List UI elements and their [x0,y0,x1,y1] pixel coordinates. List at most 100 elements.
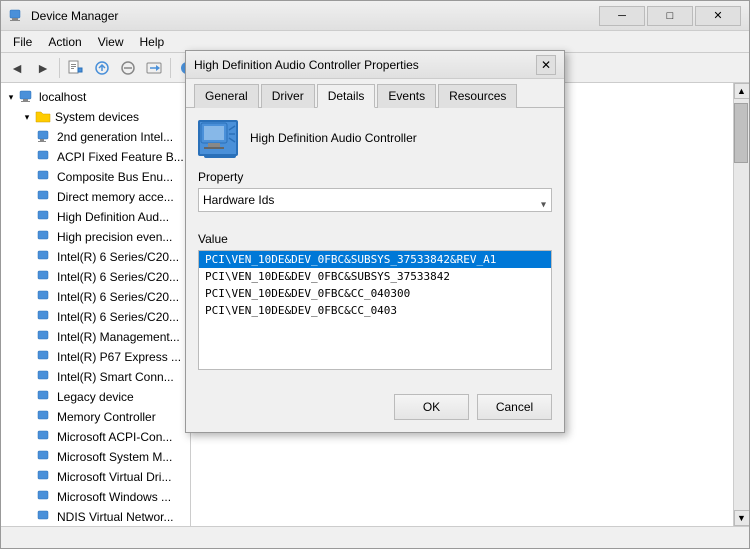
device-icon [37,389,53,405]
device-icon [37,229,53,245]
disable-button[interactable] [116,56,140,80]
tree-item-label: Legacy device [57,390,134,404]
status-bar [1,526,749,548]
property-field-label: Property [198,170,552,184]
list-item[interactable]: Microsoft Windows ... [1,487,190,507]
device-icon [37,429,53,445]
properties-button[interactable] [64,56,88,80]
scroll-down-arrow[interactable]: ▼ [734,510,750,526]
tree-item-label: High precision even... [57,230,172,244]
dialog-tab-bar: General Driver Details Events Resources [186,79,564,107]
toolbar-separator-2 [170,58,171,78]
tree-item-label: Microsoft Virtual Dri... [57,470,171,484]
device-large-icon [198,120,238,156]
tab-resources[interactable]: Resources [438,84,517,108]
dialog-footer: OK Cancel [186,394,564,432]
scrollbar-thumb[interactable] [734,103,748,163]
update-driver-button[interactable] [90,56,114,80]
list-item[interactable]: Legacy device [1,387,190,407]
device-icon [37,309,53,325]
device-header: High Definition Audio Controller [198,120,552,156]
list-item[interactable]: Composite Bus Enu... [1,167,190,187]
menu-view[interactable]: View [90,33,132,51]
list-item[interactable]: Intel(R) Smart Conn... [1,367,190,387]
maximize-button[interactable]: □ [647,6,693,26]
minimize-button[interactable]: ─ [599,6,645,26]
tab-general[interactable]: General [194,84,259,108]
scrollbar-track-area[interactable] [734,99,749,510]
menu-file[interactable]: File [5,33,40,51]
tree-item-label: Intel(R) 6 Series/C20... [57,310,179,324]
device-icon [37,269,53,285]
list-item[interactable]: Intel(R) 6 Series/C20... [1,247,190,267]
value-list-item[interactable]: PCI\VEN_10DE&DEV_0FBC&SUBSYS_37533842&RE… [199,251,551,268]
dialog-close-button[interactable]: ✕ [536,55,556,75]
computer-icon [19,89,35,105]
tree-item-label: High Definition Aud... [57,210,169,224]
list-item[interactable]: 2nd generation Intel... [1,127,190,147]
device-icon [37,489,53,505]
vertical-scrollbar[interactable]: ▲ ▼ [733,83,749,526]
value-list-item[interactable]: PCI\VEN_10DE&DEV_0FBC&CC_040300 [199,285,551,302]
device-icon [37,289,53,305]
tree-item-label: Microsoft ACPI-Con... [57,430,172,444]
list-item[interactable]: ACPI Fixed Feature B... [1,147,190,167]
tree-item-label: Microsoft Windows ... [57,490,171,504]
value-list-item[interactable]: PCI\VEN_10DE&DEV_0FBC&SUBSYS_37533842 [199,268,551,285]
menu-help[interactable]: Help [132,33,173,51]
tree-group-system-devices[interactable]: ▾ System devices [1,107,190,127]
tree-item-label: Direct memory acce... [57,190,174,204]
list-item[interactable]: Microsoft Virtual Dri... [1,467,190,487]
back-button[interactable]: ◄ [5,56,29,80]
list-item[interactable]: Intel(R) Management... [1,327,190,347]
value-list-item[interactable]: PCI\VEN_10DE&DEV_0FBC&CC_0403 [199,302,551,319]
app-icon [9,8,25,24]
forward-button[interactable]: ► [31,56,55,80]
tree-item-label: Microsoft System M... [57,450,172,464]
close-button[interactable]: ✕ [695,6,741,26]
device-tree[interactable]: ▾ localhost ▾ System d [1,83,191,526]
ok-button[interactable]: OK [394,394,469,420]
tree-item-label: 2nd generation Intel... [57,130,173,144]
list-item[interactable]: Microsoft System M... [1,447,190,467]
value-list[interactable]: PCI\VEN_10DE&DEV_0FBC&SUBSYS_37533842&RE… [198,250,552,370]
device-name-label: High Definition Audio Controller [250,131,417,145]
tree-item-label: Memory Controller [57,410,156,424]
menu-action[interactable]: Action [40,33,89,51]
tab-details[interactable]: Details [317,84,376,108]
list-item[interactable]: Direct memory acce... [1,187,190,207]
device-icon [37,129,53,145]
list-item[interactable]: Memory Controller [1,407,190,427]
properties-dialog: High Definition Audio Controller Propert… [185,50,565,433]
device-icon [37,149,53,165]
list-item[interactable]: Intel(R) 6 Series/C20... [1,307,190,327]
list-item[interactable]: Intel(R) 6 Series/C20... [1,267,190,287]
list-item[interactable]: NDIS Virtual Networ... [1,507,190,526]
tree-item-label: ACPI Fixed Feature B... [57,150,184,164]
value-field-label: Value [198,232,552,246]
device-icon [37,449,53,465]
list-item[interactable]: Intel(R) 6 Series/C20... [1,287,190,307]
device-icon [37,209,53,225]
list-item[interactable]: Microsoft ACPI-Con... [1,427,190,447]
tab-events[interactable]: Events [377,84,436,108]
tree-item-label: NDIS Virtual Networ... [57,510,173,524]
tree-root-computer[interactable]: ▾ localhost [1,87,190,107]
dialog-title-text: High Definition Audio Controller Propert… [194,58,536,72]
cancel-button[interactable]: Cancel [477,394,552,420]
list-item[interactable]: High Definition Aud... [1,207,190,227]
scroll-up-arrow[interactable]: ▲ [734,83,750,99]
tab-driver[interactable]: Driver [261,84,315,108]
tree-item-label: Intel(R) Management... [57,330,180,344]
tree-item-label: Intel(R) 6 Series/C20... [57,250,179,264]
tree-system-devices-label: System devices [55,110,139,124]
device-icon [37,509,53,525]
list-item[interactable]: Intel(R) P67 Express ... [1,347,190,367]
property-select-wrapper: Hardware Ids Compatible Ids Class Class … [198,188,552,222]
scan-button[interactable] [142,56,166,80]
list-item[interactable]: High precision even... [1,227,190,247]
property-dropdown[interactable]: Hardware Ids Compatible Ids Class Class … [198,188,552,212]
title-bar-controls: ─ □ ✕ [599,6,741,26]
device-icon [37,469,53,485]
window-title: Device Manager [31,9,599,23]
